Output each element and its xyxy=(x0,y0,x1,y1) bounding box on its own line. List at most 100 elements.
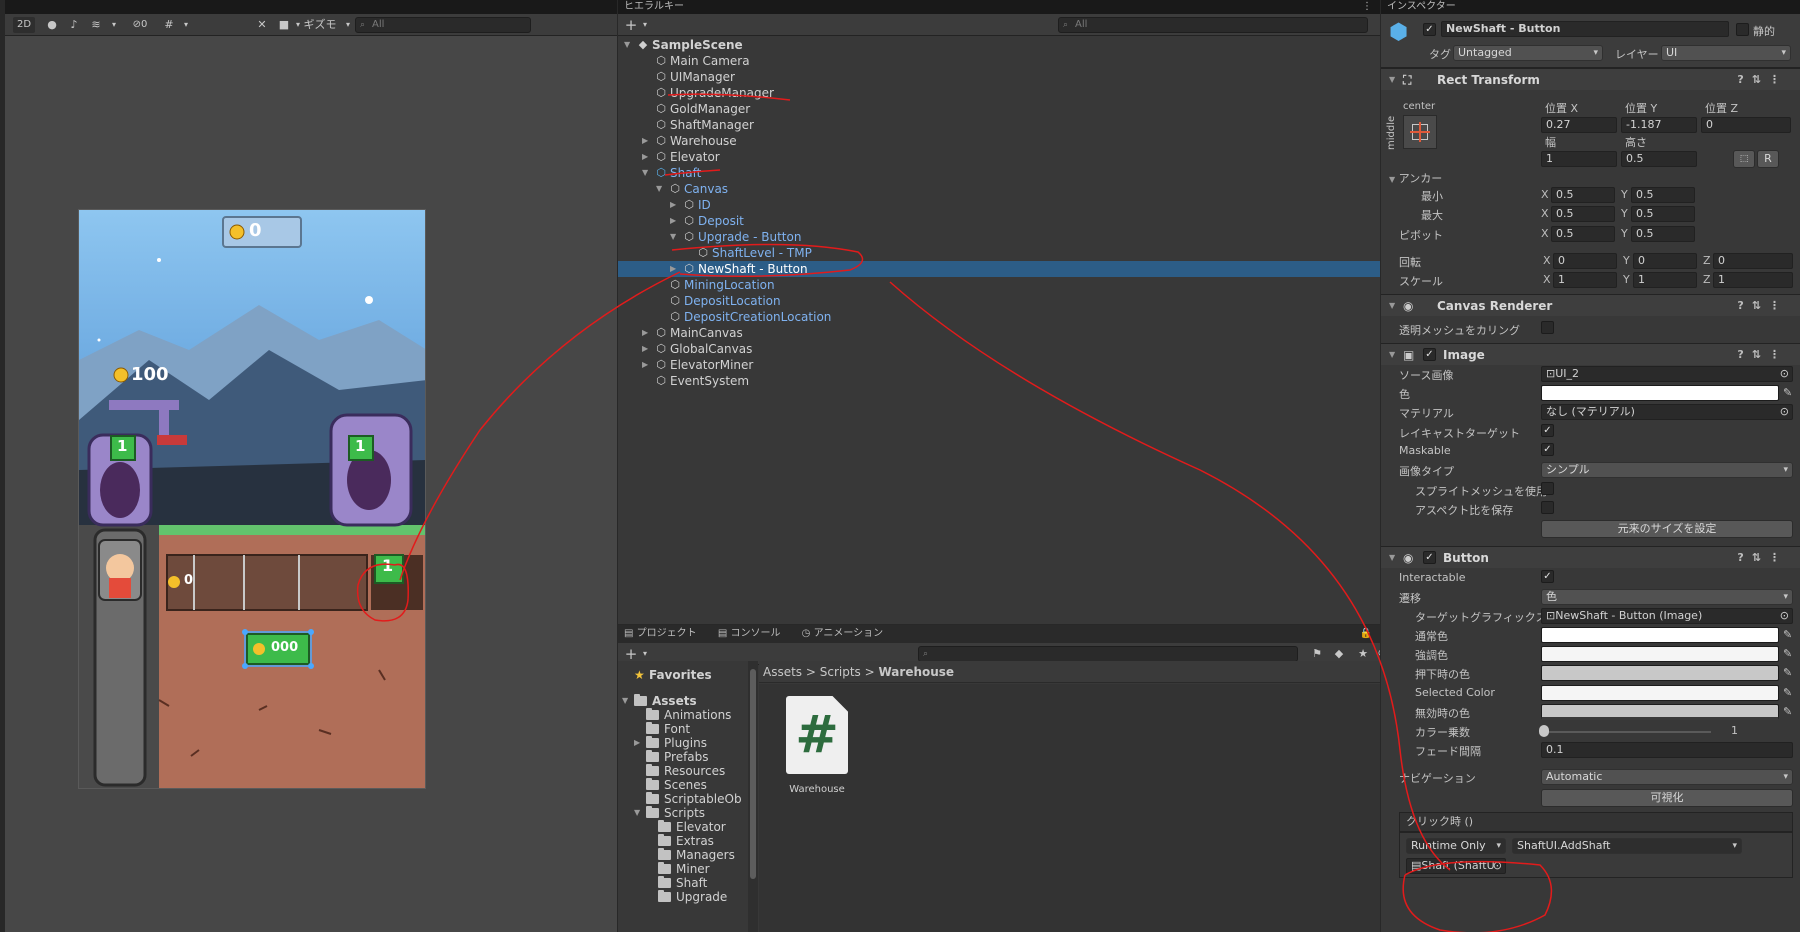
anchor-max-x[interactable]: 0.5 xyxy=(1551,206,1615,222)
function-dropdown[interactable]: ShaftUI.AddShaft xyxy=(1512,838,1742,854)
component-menu-icons[interactable]: ?⇅⋮ xyxy=(1737,547,1788,569)
object-name-field[interactable]: NewShaft - Button xyxy=(1441,21,1729,37)
gizmos-button[interactable]: ギズモ xyxy=(303,17,337,33)
pivot-x[interactable]: 0.5 xyxy=(1551,226,1615,242)
toggle-2d-button[interactable]: 2D xyxy=(13,17,35,33)
anchor-min-y[interactable]: 0.5 xyxy=(1631,187,1695,203)
hierarchy-row[interactable]: ▶ ⬡ Warehouse xyxy=(618,133,1380,149)
visualize-button[interactable]: 可視化 xyxy=(1541,789,1793,807)
object-picker-icon[interactable]: ⊙ xyxy=(1780,609,1789,623)
button-component-header[interactable]: ▼ ◉ ✓ Button ?⇅⋮ xyxy=(1381,546,1800,568)
hierarchy-search-input[interactable]: ⌕ All xyxy=(1058,17,1368,33)
hierarchy-row[interactable]: ⬡ DepositCreationLocation xyxy=(618,309,1380,325)
eyedropper-icon[interactable]: ✎ xyxy=(1783,705,1792,718)
hierarchy-row[interactable]: ⬡ Main Camera xyxy=(618,53,1380,69)
height-field[interactable]: 0.5 xyxy=(1621,151,1697,167)
project-folder-row[interactable]: Upgrade xyxy=(618,889,748,905)
pos-x-field[interactable]: 0.27 xyxy=(1541,117,1617,133)
collapsed-arrow-icon[interactable]: ▶ xyxy=(642,325,648,341)
favorites-row[interactable]: ★ Favorites xyxy=(618,667,748,683)
static-checkbox[interactable] xyxy=(1736,23,1749,36)
component-menu-icons[interactable]: ?⇅⋮ xyxy=(1737,69,1788,91)
hierarchy-row[interactable]: ⬡ UpgradeManager xyxy=(618,85,1380,101)
tab-project[interactable]: ▤ プロジェクト xyxy=(624,628,697,639)
anchors-label[interactable]: ▼ アンカー xyxy=(1389,170,1442,186)
filter-label-icon[interactable]: ◆ xyxy=(1330,646,1348,662)
scale-z[interactable]: 1 xyxy=(1713,272,1793,288)
rotation-z[interactable]: 0 xyxy=(1713,253,1793,269)
object-picker-icon[interactable]: ⊙ xyxy=(1780,367,1789,381)
hierarchy-row[interactable]: ⬡ UIManager xyxy=(618,69,1380,85)
hidden-packages-toggle[interactable]: ⊘8 xyxy=(1374,646,1380,662)
scale-y[interactable]: 1 xyxy=(1633,272,1697,288)
preserve-aspect-checkbox[interactable] xyxy=(1541,501,1554,514)
object-picker-icon[interactable]: ⊙ xyxy=(1493,859,1502,873)
component-menu-icons[interactable]: ?⇅⋮ xyxy=(1737,295,1788,317)
panel-menu-icon[interactable]: ⋮ xyxy=(1362,0,1372,14)
source-image-field[interactable]: ⊡UI_2 ⊙ xyxy=(1541,366,1793,382)
color-multiplier-value[interactable]: 1 xyxy=(1731,724,1738,737)
active-checkbox[interactable]: ✓ xyxy=(1423,23,1436,36)
hierarchy-row[interactable]: ▼ ⬡ Upgrade - Button xyxy=(618,229,1380,245)
rotation-y[interactable]: 0 xyxy=(1633,253,1697,269)
collapsed-arrow-icon[interactable]: ▶ xyxy=(670,261,676,277)
image-component-header[interactable]: ▼ ▣ ✓ Image ?⇅⋮ xyxy=(1381,343,1800,365)
hierarchy-row[interactable]: ⬡ EventSystem xyxy=(618,373,1380,389)
anchor-preset-button[interactable] xyxy=(1403,115,1437,149)
layer-dropdown[interactable]: UI xyxy=(1661,45,1791,61)
grid-dropdown-icon[interactable]: ▾ xyxy=(177,17,195,33)
hierarchy-row[interactable]: ▶ ⬡ GlobalCanvas xyxy=(618,341,1380,357)
transition-dropdown[interactable]: 色 xyxy=(1541,589,1793,605)
collapsed-arrow-icon[interactable]: ▶ xyxy=(670,213,676,229)
tag-dropdown[interactable]: Untagged xyxy=(1453,45,1603,61)
slider-thumb[interactable] xyxy=(1539,725,1549,737)
scene-search-input[interactable]: ⌕ All xyxy=(355,17,531,33)
canvas-renderer-header[interactable]: ▼ ◉ Canvas Renderer ?⇅⋮ xyxy=(1381,294,1800,316)
hierarchy-tab[interactable]: ヒエラルキー xyxy=(624,1,684,12)
create-dropdown-icon[interactable]: ▾ xyxy=(636,17,654,33)
tree-scrollbar[interactable] xyxy=(748,661,758,932)
tab-animation[interactable]: ◷ アニメーション xyxy=(802,628,884,639)
pos-z-field[interactable]: 0 xyxy=(1701,117,1791,133)
normal-color-swatch[interactable] xyxy=(1541,627,1779,643)
button-enabled-checkbox[interactable]: ✓ xyxy=(1423,551,1436,564)
color-multiplier-slider[interactable] xyxy=(1543,731,1711,733)
color-swatch[interactable] xyxy=(1541,385,1779,401)
hierarchy-row[interactable]: ⬡ ShaftLevel - TMP xyxy=(618,245,1380,261)
maskable-checkbox[interactable]: ✓ xyxy=(1541,443,1554,456)
navigation-dropdown[interactable]: Automatic xyxy=(1541,769,1793,785)
set-native-size-button[interactable]: 元来のサイズを設定 xyxy=(1541,520,1793,538)
cull-transparent-checkbox[interactable] xyxy=(1541,321,1554,334)
hierarchy-row[interactable]: ▶ ⬡ ID xyxy=(618,197,1380,213)
hierarchy-row[interactable]: ⬡ GoldManager xyxy=(618,101,1380,117)
hierarchy-row[interactable]: ▶ ⬡ Elevator xyxy=(618,149,1380,165)
filter-type-icon[interactable]: ⚑ xyxy=(1308,646,1326,662)
hierarchy-row[interactable]: ▼ ⬡ Shaft xyxy=(618,165,1380,181)
rotation-x[interactable]: 0 xyxy=(1553,253,1617,269)
lock-icon[interactable]: 🔒 xyxy=(1360,625,1372,643)
hierarchy-row[interactable]: ▶ ⬡ NewShaft - Button xyxy=(618,261,1380,277)
tree-scroll-thumb[interactable] xyxy=(750,669,756,879)
inspector-tab[interactable]: インスペクター xyxy=(1387,1,1456,12)
anchor-min-x[interactable]: 0.5 xyxy=(1551,187,1615,203)
effects-dropdown-icon[interactable]: ▾ xyxy=(105,17,123,33)
breadcrumb-scripts[interactable]: Scripts xyxy=(820,665,861,679)
component-menu-icons[interactable]: ?⇅⋮ xyxy=(1737,344,1788,366)
hierarchy-row[interactable]: ⬡ MiningLocation xyxy=(618,277,1380,293)
selected-color-swatch[interactable] xyxy=(1541,685,1779,701)
favorite-star-icon[interactable]: ★ xyxy=(1354,646,1372,662)
project-search-input[interactable]: ⌕ xyxy=(918,646,1298,662)
image-enabled-checkbox[interactable]: ✓ xyxy=(1423,348,1436,361)
anchor-max-y[interactable]: 0.5 xyxy=(1631,206,1695,222)
pressed-color-swatch[interactable] xyxy=(1541,665,1779,681)
breadcrumb-assets[interactable]: Assets xyxy=(763,665,802,679)
eyedropper-icon[interactable]: ✎ xyxy=(1783,666,1792,679)
image-type-dropdown[interactable]: シンプル xyxy=(1541,462,1793,478)
eyedropper-icon[interactable]: ✎ xyxy=(1783,386,1792,399)
raycast-target-checkbox[interactable]: ✓ xyxy=(1541,424,1554,437)
use-sprite-mesh-checkbox[interactable] xyxy=(1541,482,1554,495)
fade-duration-field[interactable]: 0.1 xyxy=(1541,742,1793,758)
expanded-arrow-icon[interactable]: ▼ xyxy=(670,229,676,245)
hierarchy-row[interactable]: ⬡ DepositLocation xyxy=(618,293,1380,309)
audio-icon[interactable]: ♪ xyxy=(65,17,83,33)
